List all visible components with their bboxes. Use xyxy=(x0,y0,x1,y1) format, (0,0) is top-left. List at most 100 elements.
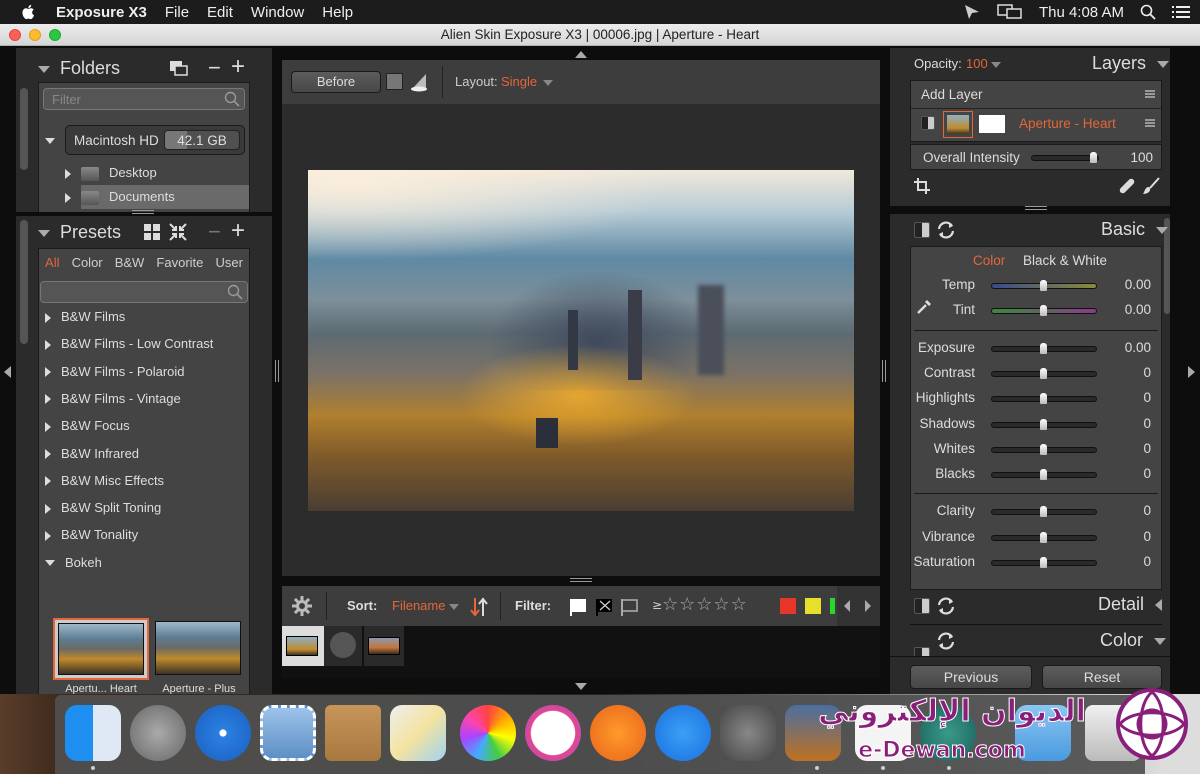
preset-group-item[interactable]: B&W Films - Vintage xyxy=(45,391,181,406)
dock-safari-icon[interactable] xyxy=(195,705,251,761)
crop-icon[interactable] xyxy=(914,178,930,194)
detail-reset-icon[interactable] xyxy=(936,596,956,616)
filmstrip-item-video[interactable] xyxy=(324,626,362,666)
layers-header[interactable]: Layers xyxy=(1092,53,1170,74)
dock-system-preferences-icon[interactable] xyxy=(720,705,776,761)
dock-itunes-icon[interactable] xyxy=(525,705,581,761)
preset-group-item[interactable]: B&W Films - Polaroid xyxy=(45,364,185,379)
slider-vibrance[interactable] xyxy=(991,531,1097,543)
collapsed-arrow-icon[interactable] xyxy=(45,503,51,514)
slider-knob[interactable] xyxy=(1040,393,1047,405)
collapsed-arrow-icon[interactable] xyxy=(45,339,51,350)
dock-contacts-icon[interactable] xyxy=(325,705,381,761)
preset-group-item[interactable]: B&W Focus xyxy=(45,418,130,433)
dock-app-store-icon[interactable] xyxy=(655,705,711,761)
slider-contrast[interactable] xyxy=(991,367,1097,379)
collapsed-arrow-icon[interactable] xyxy=(45,421,51,432)
preset-group-item[interactable]: B&W Split Toning xyxy=(45,500,161,515)
right-splitter-handle[interactable] xyxy=(882,360,886,382)
dock-maps-icon[interactable] xyxy=(390,705,446,761)
collapsed-arrow-icon[interactable] xyxy=(45,449,51,460)
detail-section-header[interactable]: Detail xyxy=(1098,594,1163,615)
background-color-swatch[interactable] xyxy=(386,73,403,90)
dock-textedit-icon[interactable] xyxy=(855,705,911,761)
folder-item-desktop[interactable]: Desktop xyxy=(39,162,249,184)
layer-options-icon[interactable] xyxy=(1145,118,1155,128)
preset-group-item[interactable]: B&W Infrared xyxy=(45,446,139,461)
slider-whites[interactable] xyxy=(991,443,1097,455)
folders-header[interactable]: Folders xyxy=(38,58,120,79)
dock-downloads-icon[interactable] xyxy=(1015,705,1071,761)
layer-mask-thumbnail[interactable] xyxy=(979,115,1005,133)
main-photo[interactable] xyxy=(308,170,854,511)
slider-tint[interactable] xyxy=(991,305,1097,317)
collapse-bottom-icon[interactable] xyxy=(575,683,587,690)
before-after-split-icon[interactable] xyxy=(410,72,430,92)
menu-app-name[interactable]: Exposure X3 xyxy=(56,4,147,21)
sort-dropdown[interactable]: Filename xyxy=(392,598,460,613)
slider-knob[interactable] xyxy=(1040,469,1047,481)
rating-star-icon[interactable]: ☆ xyxy=(679,594,695,615)
preset-group-item[interactable]: B&W Misc Effects xyxy=(45,473,164,488)
preset-tab-bw[interactable]: B&W xyxy=(115,255,145,270)
collapsed-arrow-icon[interactable] xyxy=(45,312,51,323)
slider-temp[interactable] xyxy=(991,280,1097,291)
preset-thumbnail-aperture-heart[interactable] xyxy=(53,618,149,680)
rating-star-icon[interactable]: ☆ xyxy=(696,594,712,615)
before-button[interactable]: Before xyxy=(291,71,381,93)
folders-filter-field[interactable]: Filter xyxy=(43,88,245,110)
collapse-left-panel-icon[interactable] xyxy=(4,366,11,378)
slider-blacks[interactable] xyxy=(991,469,1097,481)
collapsed-arrow-icon[interactable] xyxy=(45,367,51,378)
dock-screenshot-icon[interactable] xyxy=(920,705,976,761)
slider-highlights[interactable] xyxy=(991,393,1097,405)
apple-icon[interactable] xyxy=(20,3,38,21)
color-section-header[interactable]: Color xyxy=(1100,630,1167,651)
collapse-right-panel-icon[interactable] xyxy=(1188,366,1195,378)
slider-knob[interactable] xyxy=(1040,443,1047,455)
mode-tab-color[interactable]: Color xyxy=(973,253,1005,268)
detail-bypass-toggle[interactable] xyxy=(914,598,930,614)
filter-scroll-left-icon[interactable] xyxy=(844,600,850,612)
add-preset-button[interactable]: + xyxy=(231,217,245,245)
basic-bypass-toggle[interactable] xyxy=(914,222,930,238)
grid-view-icon[interactable] xyxy=(144,224,160,240)
folders-scrollbar[interactable] xyxy=(20,88,28,170)
add-layer-button[interactable]: Add Layer xyxy=(921,87,983,102)
left-splitter-handle[interactable] xyxy=(275,360,279,382)
preset-search-field[interactable] xyxy=(40,281,248,303)
previous-button[interactable]: Previous xyxy=(910,665,1032,689)
folders-resize-handle[interactable] xyxy=(132,210,154,214)
flag-unflagged-icon[interactable] xyxy=(620,598,638,616)
intensity-slider-knob[interactable] xyxy=(1090,152,1097,163)
layer-thumbnail[interactable] xyxy=(943,111,973,138)
display-icon[interactable] xyxy=(997,4,1023,20)
notification-center-icon[interactable] xyxy=(1172,5,1190,19)
remove-preset-button[interactable]: − xyxy=(208,219,221,245)
preset-group-item[interactable]: B&W Films xyxy=(45,309,125,324)
dock-mail-icon[interactable] xyxy=(260,705,316,761)
preset-group-item[interactable]: B&W Tonality xyxy=(45,527,138,542)
add-folder-button[interactable]: + xyxy=(231,53,245,81)
sort-direction-icon[interactable] xyxy=(470,596,488,618)
slider-knob[interactable] xyxy=(1040,367,1047,379)
flag-reject-icon[interactable] xyxy=(595,598,613,616)
location-icon[interactable] xyxy=(963,4,981,20)
mode-tab-black-white[interactable]: Black & White xyxy=(1023,253,1107,268)
layer-menu-icon[interactable] xyxy=(1145,89,1155,99)
filmstrip-item-selected[interactable] xyxy=(282,626,324,666)
folder-browse-icon[interactable] xyxy=(170,61,188,76)
slider-knob[interactable] xyxy=(1040,280,1047,291)
rating-star-icon[interactable]: ☆ xyxy=(662,594,678,615)
collapsed-arrow-icon[interactable] xyxy=(45,530,51,541)
spotlight-search-icon[interactable] xyxy=(1140,4,1156,20)
slider-saturation[interactable] xyxy=(991,557,1097,568)
collapsed-arrow-icon[interactable] xyxy=(45,476,51,487)
folder-item-documents[interactable]: Documents xyxy=(39,185,249,209)
slider-knob[interactable] xyxy=(1040,557,1047,568)
dock-ibooks-icon[interactable] xyxy=(590,705,646,761)
color-label-filter[interactable] xyxy=(780,598,796,614)
dock-exposure-x3-icon[interactable] xyxy=(785,705,841,761)
expanded-arrow-icon[interactable] xyxy=(45,560,55,567)
slider-knob[interactable] xyxy=(1040,531,1047,543)
